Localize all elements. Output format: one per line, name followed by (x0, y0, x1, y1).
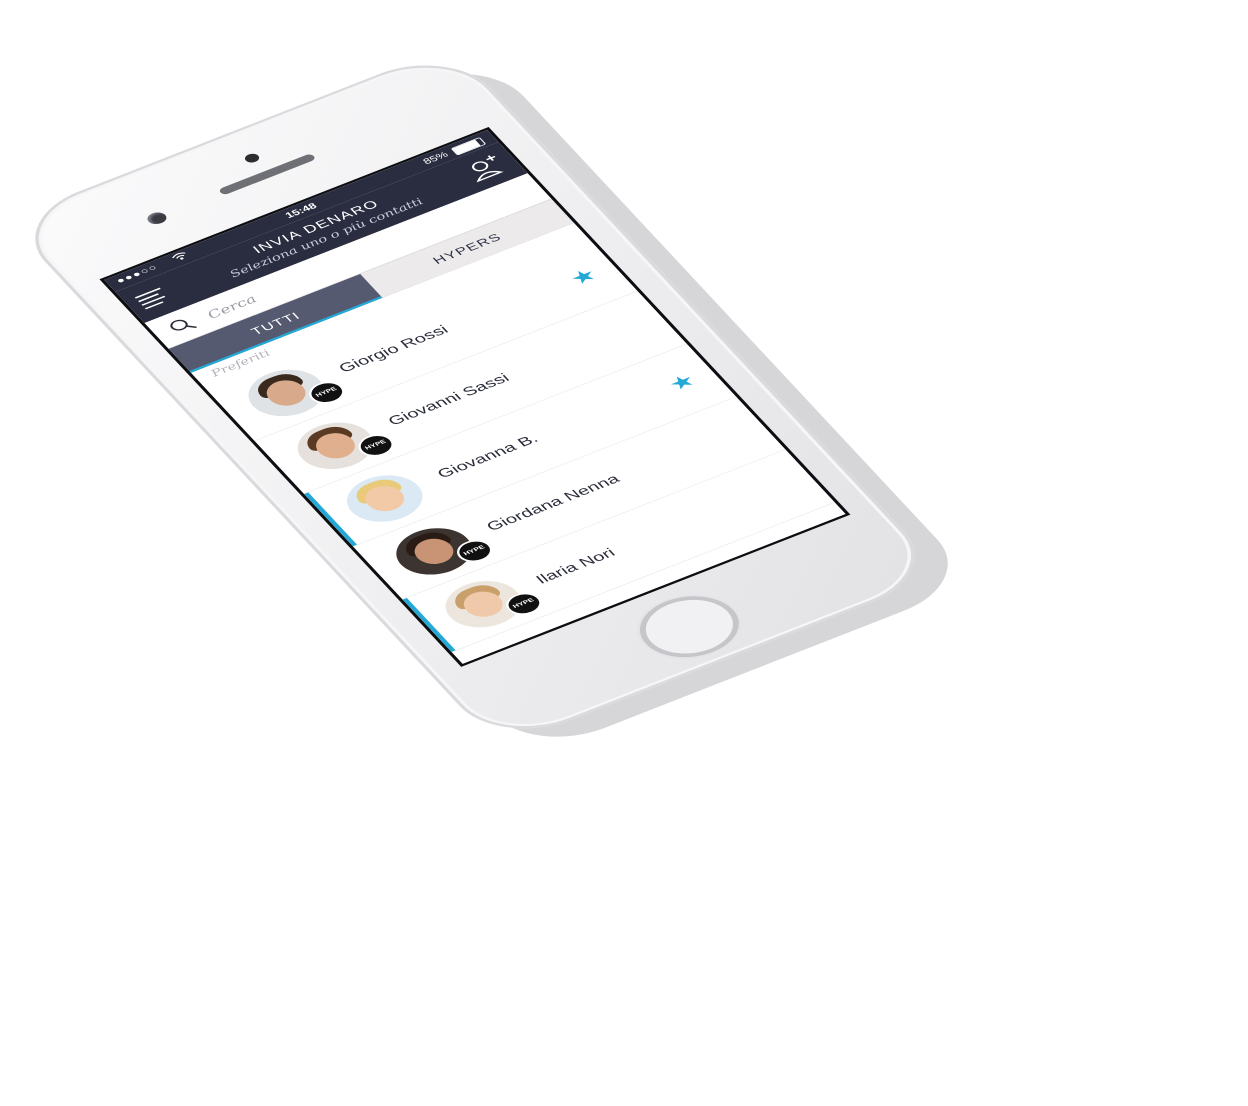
product-render: ●●●○○ 15:48 85% INVIA DENARO Seleziona u… (0, 0, 1248, 1106)
phone-screen: ●●●○○ 15:48 85% INVIA DENARO Seleziona u… (104, 130, 846, 664)
favorite-star-icon[interactable]: ★ (663, 369, 702, 395)
favorite-star-icon[interactable]: ★ (564, 264, 603, 290)
earpiece-speaker (217, 153, 317, 196)
front-camera-icon (242, 152, 262, 165)
contact-name: Giovanna B. (433, 431, 542, 481)
home-button[interactable] (630, 589, 749, 664)
contact-name: Ilaria Nori (532, 545, 619, 587)
camera-lens-icon (144, 210, 170, 227)
search-icon (165, 314, 200, 336)
phone-device: ●●●○○ 15:48 85% INVIA DENARO Seleziona u… (6, 45, 978, 757)
contact-name: Giorgio Rossi (335, 322, 452, 376)
